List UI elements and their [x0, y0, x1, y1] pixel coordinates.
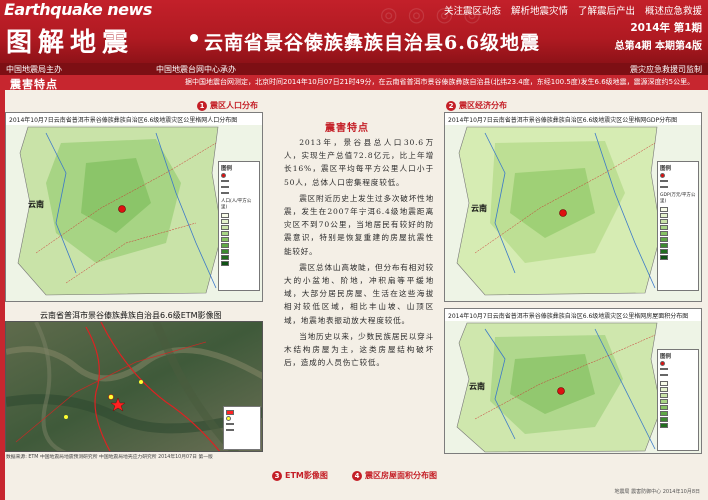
etm-legend — [223, 406, 261, 450]
province-label: 云南 — [469, 382, 485, 391]
organizer-undertaker: 中国地震台网中心承办 — [156, 64, 236, 74]
panel-header-population: 1 震区人口分布 — [197, 100, 258, 111]
article-paragraph: 震区总体山高坡陡，但分布有相对较大的小盆地、阶地，冲积扇等平缓地域，大部分居民房… — [284, 262, 434, 325]
issue-info: 2014年 第1期 总第4期 本期第4版 — [615, 20, 702, 52]
announcement-text: 据中国地震台网测定，北京时间2014年10月07日21时49分，在云南省普洱市景… — [185, 78, 695, 86]
brand-logo[interactable]: Earthquake news — [4, 0, 152, 19]
panel-header-economy: 2 震区经济分布 — [446, 100, 507, 111]
province-label: 云南 — [28, 200, 44, 209]
population-legend: 图例 人口(人/平方公里) — [218, 161, 260, 291]
panel-title: 震区经济分布 — [459, 101, 507, 110]
legend-title: 图例 — [660, 166, 672, 172]
province-label: 云南 — [471, 204, 487, 213]
panel-number-badge: 2 — [446, 100, 456, 111]
etm-satellite-image[interactable] — [5, 321, 263, 452]
map-caption: 2014年10月7日云南省普洱市景谷傣族彝族自治区6.6级地震灾区公里格网人口分… — [9, 117, 238, 124]
header-banner: ◎ ◎ ◎ ◎ Earthquake news 关注震区动态 解析地震灾情 了解… — [0, 0, 708, 63]
caption-etm: 3 ETM影像图 — [272, 470, 328, 481]
caption-label: 震区房屋面积分布图 — [365, 471, 437, 480]
gdp-legend: 图例 GDP(万元/平方公里) — [657, 161, 699, 291]
article-paragraph: 当地历史以来，少数民族居民以穿斗木结构房屋为主，这类房屋结构破坏后，造成的人员伤… — [284, 331, 434, 368]
article-paragraph: 震区附近历史上发生过多次破坏性地震，发生在2007年宁洱6.4级地震距离灾区不到… — [284, 193, 434, 256]
housing-map[interactable]: 2014年10月7日云南省普洱市景谷傣族彝族自治区6.6级地震灾区公里格网房屋面… — [444, 308, 702, 454]
panel-number-badge: 3 — [272, 470, 282, 481]
article-title: 震害特点 — [325, 123, 369, 134]
article-body: 2013年，景谷县总人口30.6万人，实现生产总值72.8亿元，比上年增长16%… — [284, 136, 434, 372]
nav-item-post-quake[interactable]: 了解震后产出 — [578, 3, 635, 17]
etm-caption: 云南省普洱市景谷傣族彝族自治县6.6级ETM影像图 — [40, 311, 222, 320]
page-footer: 地震局 震害防御中心 2014年10月8日 — [614, 489, 700, 495]
caption-label: ETM影像图 — [285, 471, 328, 480]
sub-title: 云南省景谷傣族彝族自治县6.6级地震 — [204, 32, 541, 54]
legend-unit: GDP(万元/平方公里) — [660, 193, 696, 204]
caption-housing: 4 震区房屋面积分布图 — [352, 470, 437, 481]
nav-item-zone-dynamics[interactable]: 关注震区动态 — [444, 3, 501, 17]
panel-title: 震区人口分布 — [210, 101, 258, 110]
panel-number-badge: 1 — [197, 100, 207, 111]
legend-title: 图例 — [660, 354, 672, 360]
main-title: 图解地震 — [6, 28, 135, 58]
population-map[interactable]: 2014年10月7日云南省普洱市景谷傣族彝族自治区6.6级地震灾区公里格网人口分… — [5, 112, 263, 302]
panel-number-badge: 4 — [352, 470, 362, 481]
organizer-ribbon: 中国地震局主办 中国地震台网中心承办 震灾应急救援司监制 — [0, 63, 708, 75]
organizer-host: 中国地震局主办 — [6, 64, 62, 74]
economy-map[interactable]: 2014年10月7日云南省普洱市景谷傣族彝族自治区6.6级地震灾区公里格网GDP… — [444, 112, 702, 302]
legend-title: 图例 — [221, 166, 233, 172]
title-bullet-icon — [190, 34, 198, 42]
issue-total: 总第4期 本期第4版 — [614, 41, 702, 52]
organizer-supervisor: 震灾应急救援司监制 — [630, 64, 702, 74]
nav-item-rescue[interactable]: 概述应急救援 — [645, 3, 702, 17]
nav-item-disaster-analysis[interactable]: 解析地震灾情 — [511, 3, 568, 17]
data-source-footnote: 数据来源: ETM 中国地震局地震预测研究所 中国地震局地壳应力研究所 2014… — [6, 455, 213, 460]
article-paragraph: 2013年，景谷县总人口30.6万人，实现生产总值72.8亿元，比上年增长16%… — [284, 138, 434, 187]
top-nav: 关注震区动态 解析地震灾情 了解震后产出 概述应急救援 — [444, 3, 702, 17]
legend-unit: 人口(人/平方公里) — [221, 199, 252, 210]
map-caption: 2014年10月7日云南省普洱市景谷傣族彝族自治区6.6级地震灾区公里格网GDP… — [448, 117, 678, 124]
map-caption: 2014年10月7日云南省普洱市景谷傣族彝族自治区6.6级地震灾区公里格网房屋面… — [448, 313, 689, 320]
housing-legend: 图例 — [657, 349, 699, 451]
section-title: 震害特点 — [10, 78, 58, 91]
issue-number: 2014年 第1期 — [630, 22, 702, 34]
